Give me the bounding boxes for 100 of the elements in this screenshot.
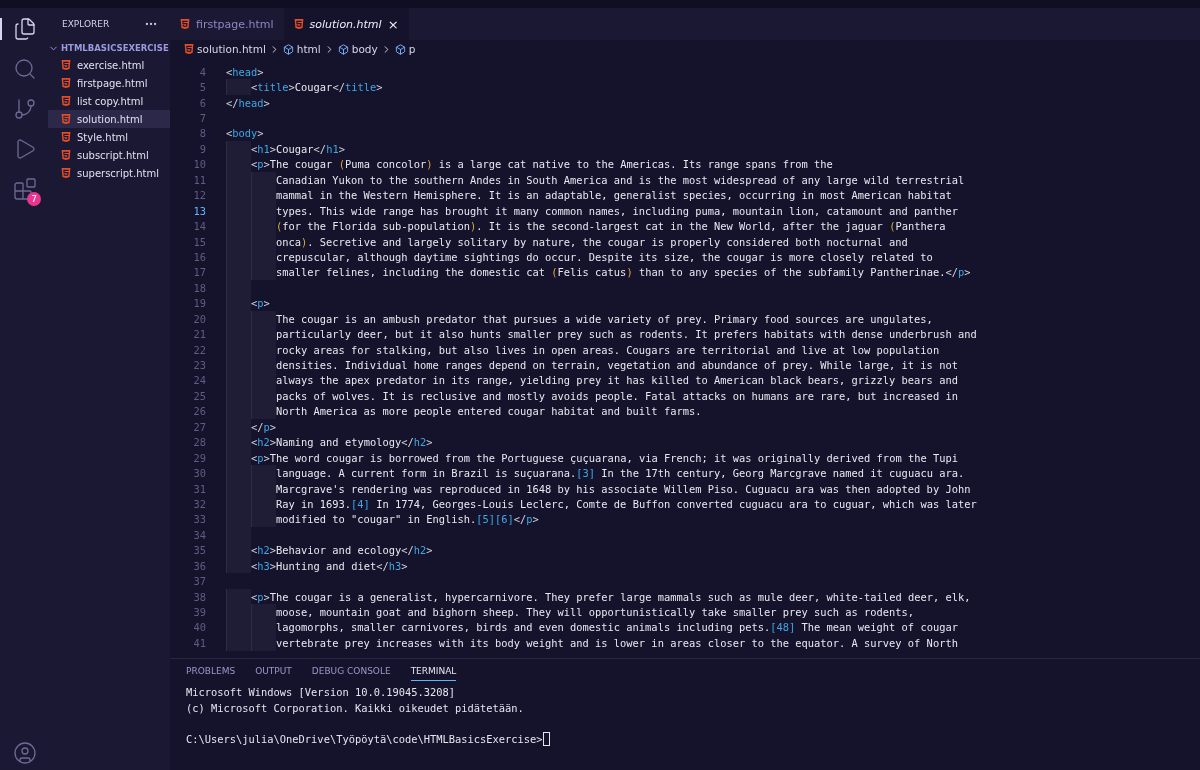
terminal-line: Microsoft Windows [Version 10.0.19045.3208] xyxy=(186,685,456,700)
code-line: <p>The cougar is a generalist, hypercarnivore. They prefer large mammals such as mule deer, white-tailed deer, elk, xyxy=(226,588,971,605)
code-line: Ray in 1693.[4] In 1774, Georges-Louis Leclerc, Comte de Buffon converted cuguacu ara to cuguar, which was later xyxy=(226,496,977,512)
code-line: <h1>Cougar</h1> xyxy=(226,141,345,157)
line-number: 24 xyxy=(192,374,206,387)
code-line: <p>The cougar (Puma concolor) is a large cat native to the Americas. Its range spans from the xyxy=(226,156,833,173)
terminal-prompt: C:\Users\julia\OneDrive\Työpöytä\code\HTMLBasicsExercise> xyxy=(186,731,543,747)
file-item[interactable]: list copy.html xyxy=(48,92,170,110)
close-icon[interactable]: × xyxy=(387,16,399,32)
code-line: types. This wide range has brought it many common names, including puma, mountain lion, catamount and panther xyxy=(226,202,958,219)
code-line: The cougar is an ambush predator that pursues a wide variety of prey. Primary food sources are ungulates, xyxy=(226,311,933,327)
line-number: 36 xyxy=(192,559,206,572)
code-line: lagomorphs, smaller carnivores, birds and even domestic animals including pets.[48] The mean weight of cougar xyxy=(226,619,958,636)
panel-tab[interactable]: OUTPUT xyxy=(255,661,292,681)
terminal-cursor xyxy=(542,732,550,747)
file-item[interactable]: exercise.html xyxy=(48,56,170,74)
terminal-line: (c) Microsoft Corporation. Kaikki oikeudet pidätetään. xyxy=(186,700,525,716)
line-number: 40 xyxy=(192,621,206,634)
line-number: 11 xyxy=(192,173,206,186)
line-number: 37 xyxy=(192,575,206,588)
line-number: 25 xyxy=(192,389,206,402)
breadcrumb[interactable]: body xyxy=(351,43,378,55)
code-line: North America as more people entered cougar habitat and built farms. xyxy=(226,403,702,420)
line-number: 6 xyxy=(198,96,206,109)
breadcrumb[interactable]: solution.html xyxy=(197,43,266,55)
cube-icon xyxy=(337,43,349,55)
code-line: <h2>Behavior and ecology</h2> xyxy=(226,542,433,558)
line-number: 4 xyxy=(198,65,206,78)
panel-tab[interactable]: DEBUG CONSOLE xyxy=(311,661,391,681)
line-number: 39 xyxy=(192,606,206,619)
code-line: packs of wolves. It is reclusive and mostly avoids people. Fatal attacks on humans are rare, but increased in xyxy=(226,388,958,404)
code-line: crepuscular, although daytime sightings do occur. Despite its size, the cougar is more closely related to xyxy=(226,249,933,265)
line-number: 31 xyxy=(192,482,206,495)
html-file-icon xyxy=(61,168,71,178)
line-number: 21 xyxy=(192,328,206,341)
file-item[interactable]: subscript.html xyxy=(48,146,170,164)
line-number: 28 xyxy=(192,436,206,449)
file-item[interactable]: superscript.html xyxy=(48,164,170,182)
code-line: </p> xyxy=(226,419,277,435)
folder-name[interactable]: HTMLBASICSEXERCISE xyxy=(61,43,169,53)
line-number: 41 xyxy=(192,636,206,649)
explorer-title: EXPLORER xyxy=(62,19,110,29)
code-line: onca). Secretive and largely solitary by nature, the cougar is properly considered both nocturnal and xyxy=(226,233,908,250)
panel-tab[interactable]: TERMINAL xyxy=(410,661,457,681)
line-number: 16 xyxy=(192,250,206,263)
code-line: smaller felines, including the domestic cat (Felis catus) than to any species of the subfamily Pantherinae.</p> xyxy=(226,264,971,281)
code-line: vertebrate prey increases with its body weight and is lower in areas closer to the equator. A survey of North xyxy=(226,635,958,651)
file-name: subscript.html xyxy=(77,149,149,161)
file-name: firstpage.html xyxy=(77,77,148,89)
code-line: <body> xyxy=(226,126,264,142)
breadcrumb[interactable]: p xyxy=(408,43,416,55)
files-icon[interactable] xyxy=(13,17,37,41)
line-number: 27 xyxy=(192,420,206,433)
panel-tab[interactable]: PROBLEMS xyxy=(186,661,236,681)
file-name: list copy.html xyxy=(77,95,144,107)
line-number: 33 xyxy=(192,513,206,526)
line-number: 29 xyxy=(192,451,206,464)
blocks-icon[interactable] xyxy=(13,177,37,201)
breadcrumb[interactable]: html xyxy=(296,43,321,55)
file-item[interactable]: solution.html xyxy=(48,110,170,128)
code-line: particularly deer, but it also hunts smaller prey such as rodents. It prefers habitats with dense underbrush and xyxy=(226,326,977,342)
branch-icon[interactable] xyxy=(13,97,37,121)
line-number: 9 xyxy=(198,142,206,155)
search-icon[interactable] xyxy=(13,57,37,81)
line-number: 14 xyxy=(192,220,206,233)
editor-tab[interactable]: solution.html × xyxy=(283,8,409,40)
code-line: always the apex predator in its range, yielding prey it has killed to American black bears, grizzly bears and xyxy=(226,372,958,389)
line-number: 23 xyxy=(192,359,206,372)
html-file-icon xyxy=(180,19,190,29)
html-file-icon xyxy=(61,60,71,70)
line-number: 32 xyxy=(192,497,206,510)
line-number: 10 xyxy=(192,158,206,171)
line-number: 38 xyxy=(192,590,206,603)
html-file-icon xyxy=(61,114,71,124)
tab-label: firstpage.html xyxy=(196,17,274,31)
code-line: </head> xyxy=(226,95,270,111)
file-item[interactable]: firstpage.html xyxy=(48,74,170,92)
line-number: 30 xyxy=(192,467,206,480)
code-line: moose, mountain goat and bighorn sheep. They will opportunistically take smaller prey such as rodents, xyxy=(226,604,915,620)
code-line: <title>Cougar</title> xyxy=(226,79,383,95)
line-number: 15 xyxy=(192,235,206,248)
file-name: exercise.html xyxy=(77,59,145,71)
html-file-icon xyxy=(61,150,71,160)
tab-label: solution.html xyxy=(309,17,382,31)
line-number: 8 xyxy=(198,127,206,140)
file-item[interactable]: Style.html xyxy=(48,128,170,146)
code-line: <h3>Hunting and diet</h3> xyxy=(226,558,408,574)
line-number: 19 xyxy=(192,297,206,310)
line-number: 12 xyxy=(192,189,206,202)
code-line: <p> xyxy=(226,295,270,311)
code-line: Canadian Yukon to the southern Andes in South America and is the most widespread of any large wild terrestrial xyxy=(226,172,965,188)
line-number: 34 xyxy=(192,528,206,541)
file-name: Style.html xyxy=(77,131,129,143)
line-number: 7 xyxy=(198,112,206,125)
code-line: <head> xyxy=(226,64,264,80)
account-icon[interactable] xyxy=(13,741,37,765)
code-line: rocky areas for stalking, but also lives in open areas. Cougars are territorial and live at low population xyxy=(226,341,940,358)
html-file-icon xyxy=(61,96,71,106)
code-line: language. A current form in Brazil is suçuarana.[3] In the 17th century, Georg Marcgrave named it cuguacu ara. xyxy=(226,465,965,481)
code-line: <h2>Naming and etymology</h2> xyxy=(226,434,433,450)
